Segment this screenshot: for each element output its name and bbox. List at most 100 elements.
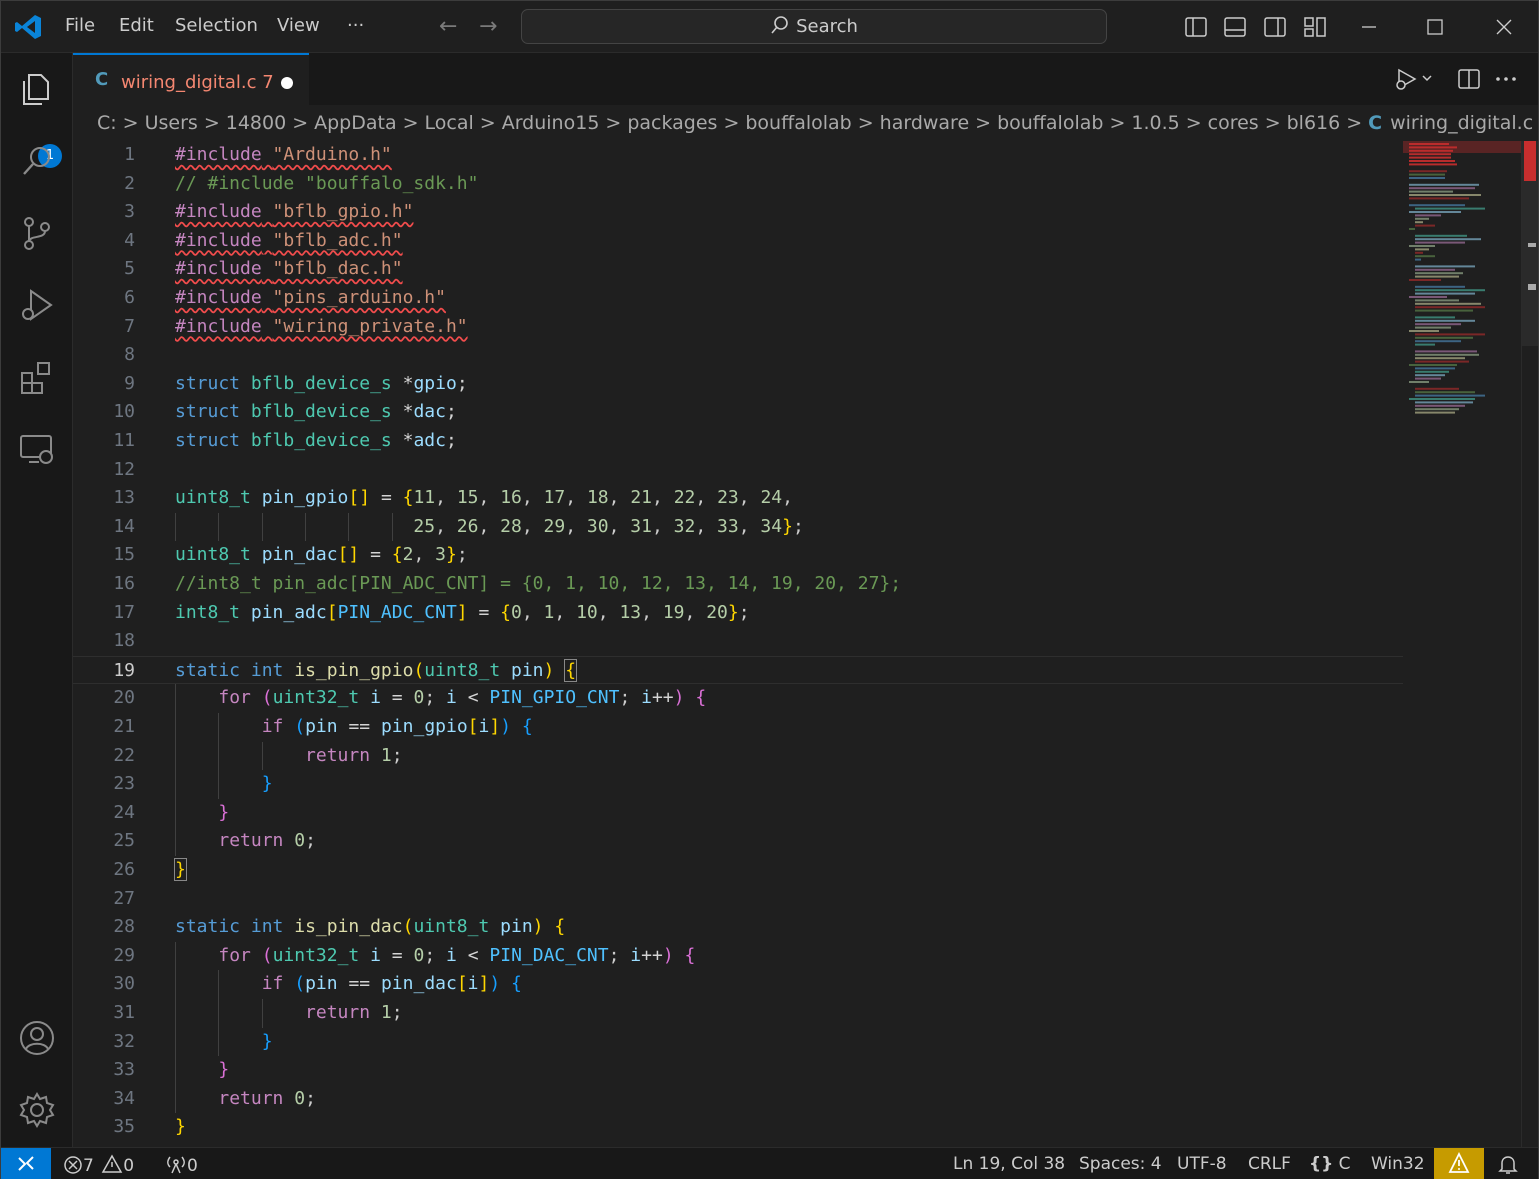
minimap-line — [1415, 353, 1479, 356]
code-line[interactable]: 26} — [73, 856, 1403, 885]
remote-indicator[interactable] — [1, 1148, 51, 1179]
code-text: //int8_t pin_adc[PIN_ADC_CNT] = {0, 1, 1… — [175, 573, 902, 594]
files-icon[interactable] — [17, 69, 57, 109]
code-line[interactable]: 10 struct bflb_device_s *dac; — [73, 398, 1403, 427]
command-center-search[interactable]: Search — [521, 9, 1107, 44]
problems-indicator[interactable]: 7 0 — [63, 1154, 134, 1176]
code-line[interactable]: 9 struct bflb_device_s *gpio; — [73, 370, 1403, 399]
breadcrumb-item[interactable]: bouffalolab — [745, 112, 851, 134]
minimap-line — [1415, 285, 1465, 288]
indentation[interactable]: Spaces: 4 — [1079, 1154, 1162, 1174]
code-line[interactable]: 15 uint8_t pin_dac[] = {2, 3}; — [73, 541, 1403, 570]
breadcrumb-item[interactable]: packages — [627, 112, 717, 134]
gear-icon[interactable] — [17, 1090, 57, 1130]
breadcrumb-item[interactable]: Users — [145, 112, 198, 134]
breadcrumb-item[interactable]: hardware — [880, 112, 970, 134]
code-line[interactable]: 18 — [73, 627, 1403, 656]
code-line[interactable]: 1 #include "Arduino.h" — [73, 141, 1403, 170]
code-line[interactable]: 19 static int is_pin_gpio(uint8_t pin) { — [73, 655, 1403, 685]
code-line[interactable]: 30 if (pin == pin_dac[i]) { — [73, 970, 1403, 999]
c-configuration[interactable]: Win32 — [1371, 1154, 1425, 1174]
menu-edit[interactable]: Edit — [119, 15, 154, 36]
code-line[interactable]: 24 } — [73, 798, 1403, 828]
code-line[interactable]: 16 //int8_t pin_adc[PIN_ADC_CNT] = {0, 1,… — [73, 570, 1403, 599]
toggle-panel-icon[interactable] — [1223, 15, 1247, 39]
minimap-line — [1415, 367, 1455, 370]
source-control-icon[interactable] — [17, 213, 57, 253]
minimap-line — [1409, 398, 1475, 400]
extensions-icon[interactable] — [17, 357, 57, 397]
tab-wiring-digital[interactable]: C wiring_digital.c 7 — [73, 53, 309, 105]
code-line[interactable]: 23 } — [73, 770, 1403, 799]
account-icon[interactable] — [17, 1018, 57, 1058]
menu-selection[interactable]: Selection — [175, 15, 258, 36]
customize-layout-icon[interactable] — [1303, 15, 1327, 39]
end-of-line[interactable]: CRLF — [1248, 1154, 1291, 1174]
code-line[interactable]: 13 uint8_t pin_gpio[] = {11, 15, 16, 17, … — [73, 484, 1403, 513]
code-line[interactable]: 4 #include "bflb_adc.h" — [73, 227, 1403, 256]
run-debug-icon[interactable] — [17, 285, 57, 325]
code-line[interactable]: 20 for (uint32_t i = 0; i < PIN_GPIO_CNT… — [73, 684, 1403, 713]
code-line[interactable]: 28 static int is_pin_dac(uint8_t pin) { — [73, 913, 1403, 942]
maximize-icon[interactable] — [1423, 15, 1447, 39]
breadcrumb: C: > Users >14800 > AppData > Local > Arduino15 > p… — [73, 105, 1538, 141]
code-text: static int is_pin_dac(uint8_t pin) { — [175, 916, 566, 938]
close-icon[interactable] — [1492, 15, 1516, 39]
code-editor[interactable]: 1 #include "Arduino.h" 2 // #include "bouff… — [73, 141, 1403, 1147]
ports-indicator[interactable]: 0 — [165, 1154, 198, 1176]
code-line[interactable]: 21 if (pin == pin_gpio[i]) { — [73, 713, 1403, 742]
code-line[interactable]: 29 for (uint32_t i = 0; i < PIN_DAC_CNT;… — [73, 941, 1403, 971]
menu-file[interactable]: File — [65, 15, 95, 36]
code-line[interactable]: 14 25, 26, 28, 29, 30, 31, 32, 33, 34}; — [73, 512, 1403, 542]
warning-notification[interactable] — [1434, 1148, 1484, 1179]
menu-more[interactable]: ··· — [347, 15, 364, 36]
breadcrumb-item[interactable]: Local — [425, 112, 474, 134]
line-number: 29 — [113, 944, 135, 966]
code-line[interactable]: 31 return 1; — [73, 999, 1403, 1028]
code-line[interactable]: 25 return 0; — [73, 827, 1403, 856]
toggle-primary-sidebar-icon[interactable] — [1184, 15, 1208, 39]
code-line[interactable]: 32 } — [73, 1027, 1403, 1057]
breadcrumb-item[interactable]: cores — [1208, 112, 1259, 134]
breadcrumb-item[interactable]: 14800 — [226, 112, 286, 134]
line-number: 18 — [113, 630, 135, 652]
code-line[interactable]: 11 struct bflb_device_s *adc; — [73, 427, 1403, 456]
code-line[interactable]: 22 return 1; — [73, 741, 1403, 771]
breadcrumb-file[interactable]: wiring_digital.c — [1390, 112, 1533, 134]
cursor-position[interactable]: Ln 19, Col 38 — [953, 1154, 1065, 1174]
unsaved-dot-icon[interactable] — [281, 77, 293, 89]
editor-scrollbar[interactable] — [1521, 141, 1538, 1147]
breadcrumb-item[interactable]: C: — [97, 112, 117, 134]
search-icon[interactable] — [17, 141, 57, 181]
minimap[interactable] — [1403, 141, 1521, 1147]
code-line[interactable]: 17 int8_t pin_adc[PIN_ADC_CNT] = {0, 1, 1… — [73, 599, 1403, 628]
back-arrow-icon[interactable]: ← — [439, 14, 457, 39]
breadcrumb-item[interactable]: bl616 — [1287, 112, 1341, 134]
code-line[interactable]: 2 // #include "bouffalo_sdk.h" — [73, 170, 1403, 199]
encoding[interactable]: UTF-8 — [1177, 1154, 1227, 1174]
code-line[interactable]: 27 — [73, 885, 1403, 914]
toggle-secondary-sidebar-icon[interactable] — [1263, 15, 1287, 39]
code-line[interactable]: 33 } — [73, 1056, 1403, 1085]
split-editor-icon[interactable] — [1457, 67, 1481, 91]
code-line[interactable]: 34 return 0; — [73, 1084, 1403, 1114]
remote-explorer-icon[interactable] — [17, 429, 57, 469]
breadcrumb-item[interactable]: AppData — [314, 112, 397, 134]
code-line[interactable]: 7 #include "wiring_private.h" — [73, 313, 1403, 342]
code-line[interactable]: 8 — [73, 341, 1403, 370]
language-mode[interactable]: {} C — [1309, 1154, 1351, 1174]
bell-icon[interactable] — [1497, 1153, 1519, 1175]
menu-view[interactable]: View — [277, 15, 320, 36]
minimize-icon[interactable] — [1357, 15, 1381, 39]
code-line[interactable]: 5 #include "bflb_dac.h" — [73, 255, 1403, 284]
code-line[interactable]: 35} — [73, 1113, 1403, 1142]
breadcrumb-item[interactable]: Arduino15 — [502, 112, 600, 134]
breadcrumb-item[interactable]: 1.0.5 — [1131, 112, 1179, 134]
code-line[interactable]: 6 #include "pins_arduino.h" — [73, 284, 1403, 313]
run-code-icon[interactable] — [1395, 67, 1435, 91]
code-line[interactable]: 12 — [73, 456, 1403, 485]
more-actions-icon[interactable] — [1494, 67, 1518, 91]
breadcrumb-item[interactable]: bouffalolab — [997, 112, 1103, 134]
code-line[interactable]: 3 #include "bflb_gpio.h" — [73, 198, 1403, 227]
forward-arrow-icon[interactable]: → — [479, 14, 497, 39]
